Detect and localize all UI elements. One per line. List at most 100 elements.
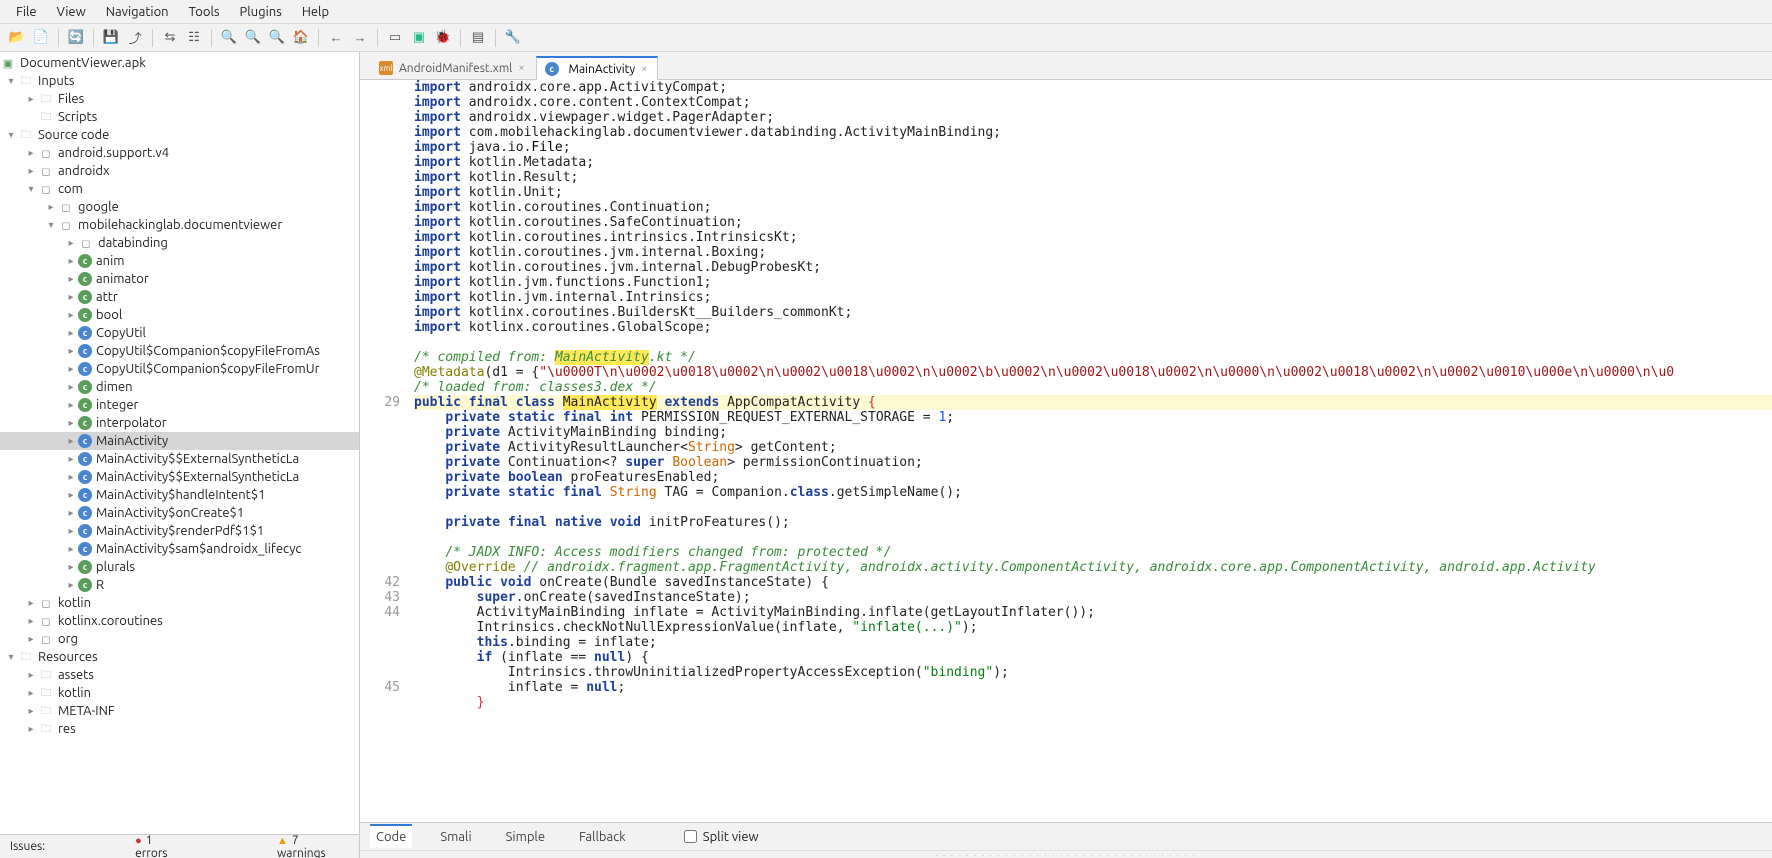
quark-icon[interactable]: ▣ <box>408 27 430 49</box>
chevron-right-icon[interactable]: ▸ <box>64 381 78 393</box>
tree-cls-copyutil-uri[interactable]: ▸cCopyUtil$Companion$copyFileFromUr <box>0 360 359 378</box>
chevron-right-icon[interactable]: ▸ <box>64 525 78 537</box>
reload-icon[interactable]: 🔄 <box>65 27 87 49</box>
chevron-right-icon[interactable]: ▸ <box>64 255 78 267</box>
chevron-right-icon[interactable]: ▸ <box>24 669 38 681</box>
chevron-right-icon[interactable]: ▸ <box>64 507 78 519</box>
sync-icon[interactable]: ⇆ <box>159 27 181 49</box>
chevron-down-icon[interactable]: ▾ <box>44 219 58 231</box>
chevron-down-icon[interactable]: ▾ <box>4 75 18 87</box>
deobf-icon[interactable]: ▭ <box>384 27 406 49</box>
search-icon[interactable]: 🔍 <box>218 27 240 49</box>
warnings-count[interactable]: ▲7 warnings <box>277 834 349 858</box>
menu-file[interactable]: File <box>8 3 45 21</box>
tree-pkg-com[interactable]: ▾◻com <box>0 180 359 198</box>
tree-cls-copyutil-asset[interactable]: ▸cCopyUtil$Companion$copyFileFromAs <box>0 342 359 360</box>
split-view-checkbox[interactable] <box>684 830 697 843</box>
tree-cls-attr[interactable]: ▸cattr <box>0 288 359 306</box>
menu-help[interactable]: Help <box>294 3 337 21</box>
log-icon[interactable]: ▤ <box>467 27 489 49</box>
tree-source-code[interactable]: ▾🗀Source code <box>0 126 359 144</box>
menu-navigation[interactable]: Navigation <box>98 3 177 21</box>
chevron-right-icon[interactable]: ▸ <box>64 579 78 591</box>
tree-pkg-kotlinx[interactable]: ▸◻kotlinx.coroutines <box>0 612 359 630</box>
tree-res-res[interactable]: ▸🗀res <box>0 720 359 738</box>
tree-cls-interpolator[interactable]: ▸cinterpolator <box>0 414 359 432</box>
open-icon[interactable]: 📂 <box>6 27 28 49</box>
tree-root[interactable]: ▣DocumentViewer.apk <box>0 54 359 72</box>
chevron-right-icon[interactable]: ▸ <box>64 273 78 285</box>
tree-res-assets[interactable]: ▸🗀assets <box>0 666 359 684</box>
add-file-icon[interactable]: 📄 <box>30 27 52 49</box>
tree-cls-anim[interactable]: ▸canim <box>0 252 359 270</box>
chevron-right-icon[interactable]: ▸ <box>64 399 78 411</box>
tree-cls-plurals[interactable]: ▸cplurals <box>0 558 359 576</box>
chevron-right-icon[interactable]: ▸ <box>64 471 78 483</box>
tree-cls-bool[interactable]: ▸cbool <box>0 306 359 324</box>
bug-icon[interactable]: 🐞 <box>432 27 454 49</box>
home-icon[interactable]: 🏠 <box>290 27 312 49</box>
tree-res-metainf[interactable]: ▸🗀META-INF <box>0 702 359 720</box>
tree-cls-ma-oncreate[interactable]: ▸cMainActivity$onCreate$1 <box>0 504 359 522</box>
menu-plugins[interactable]: Plugins <box>232 3 290 21</box>
tree-pkg-databinding[interactable]: ▸◻databinding <box>0 234 359 252</box>
tree-cls-animator[interactable]: ▸canimator <box>0 270 359 288</box>
tree-cls-ma-synth1[interactable]: ▸cMainActivity$$ExternalSyntheticLa <box>0 450 359 468</box>
chevron-right-icon[interactable]: ▸ <box>24 723 38 735</box>
chevron-right-icon[interactable]: ▸ <box>64 561 78 573</box>
tree-pkg-google[interactable]: ▸◻google <box>0 198 359 216</box>
code-editor[interactable]: 29 42 43 44 45 import androidx.core.app.… <box>360 80 1772 822</box>
tree-pkg-mhl[interactable]: ▾◻mobilehackinglab.documentviewer <box>0 216 359 234</box>
chevron-right-icon[interactable]: ▸ <box>64 237 78 249</box>
chevron-right-icon[interactable]: ▸ <box>24 615 38 627</box>
tree-cls-ma-renderpdf[interactable]: ▸cMainActivity$renderPdf$1$1 <box>0 522 359 540</box>
project-tree[interactable]: ▣DocumentViewer.apk ▾🗀Inputs ▸🗀Files 🗀Sc… <box>0 52 359 834</box>
tree-cls-integer[interactable]: ▸cinteger <box>0 396 359 414</box>
chevron-down-icon[interactable]: ▾ <box>24 183 38 195</box>
tree-cls-mainactivity[interactable]: ▸cMainActivity <box>0 432 359 450</box>
view-tab-code[interactable]: Code <box>370 824 412 848</box>
tree-resources[interactable]: ▾🗀Resources <box>0 648 359 666</box>
chevron-right-icon[interactable]: ▸ <box>64 291 78 303</box>
chevron-right-icon[interactable]: ▸ <box>24 597 38 609</box>
tree-cls-ma-handle[interactable]: ▸cMainActivity$handleIntent$1 <box>0 486 359 504</box>
tab-mainactivity[interactable]: c MainActivity × <box>536 56 659 80</box>
chevron-right-icon[interactable]: ▸ <box>24 633 38 645</box>
export-icon[interactable]: ⤴ <box>124 27 146 49</box>
tree-cls-ma-synth2[interactable]: ▸cMainActivity$$ExternalSyntheticLa <box>0 468 359 486</box>
tree-pkg-androidx[interactable]: ▸◻androidx <box>0 162 359 180</box>
tree-scripts[interactable]: 🗀Scripts <box>0 108 359 126</box>
chevron-right-icon[interactable]: ▸ <box>24 93 38 105</box>
tree-pkg-kotlin[interactable]: ▸◻kotlin <box>0 594 359 612</box>
tree-cls-dimen[interactable]: ▸cdimen <box>0 378 359 396</box>
tree-files[interactable]: ▸🗀Files <box>0 90 359 108</box>
chevron-right-icon[interactable]: ▸ <box>64 345 78 357</box>
structure-icon[interactable]: ☷ <box>183 27 205 49</box>
nav-back-icon[interactable]: ← <box>325 27 347 49</box>
chevron-right-icon[interactable]: ▸ <box>24 687 38 699</box>
chevron-right-icon[interactable]: ▸ <box>64 453 78 465</box>
chevron-right-icon[interactable]: ▸ <box>24 147 38 159</box>
chevron-right-icon[interactable]: ▸ <box>64 309 78 321</box>
chevron-right-icon[interactable]: ▸ <box>64 327 78 339</box>
close-icon[interactable]: × <box>518 62 524 74</box>
tree-res-kotlin[interactable]: ▸🗀kotlin <box>0 684 359 702</box>
chevron-right-icon[interactable]: ▸ <box>64 489 78 501</box>
chevron-down-icon[interactable]: ▾ <box>4 651 18 663</box>
nav-fwd-icon[interactable]: → <box>349 27 371 49</box>
search-back-icon[interactable]: 🔍 <box>242 27 264 49</box>
view-tab-fallback[interactable]: Fallback <box>573 826 632 848</box>
chevron-right-icon[interactable]: ▸ <box>64 543 78 555</box>
close-icon[interactable]: × <box>641 63 647 75</box>
errors-count[interactable]: ●1 errors <box>135 834 187 858</box>
chevron-right-icon[interactable]: ▸ <box>64 417 78 429</box>
chevron-right-icon[interactable]: ▸ <box>44 201 58 213</box>
view-tab-smali[interactable]: Smali <box>434 826 477 848</box>
menu-tools[interactable]: Tools <box>181 3 228 21</box>
drag-handle[interactable]: · · · · · · · · · · · · · · · · · · · · … <box>360 850 1772 858</box>
view-tab-simple[interactable]: Simple <box>500 826 551 848</box>
settings-icon[interactable]: 🔧 <box>502 27 524 49</box>
tab-manifest[interactable]: xml AndroidManifest.xml × <box>370 56 536 79</box>
split-view-toggle[interactable]: Split view <box>684 830 759 844</box>
chevron-right-icon[interactable]: ▸ <box>24 165 38 177</box>
